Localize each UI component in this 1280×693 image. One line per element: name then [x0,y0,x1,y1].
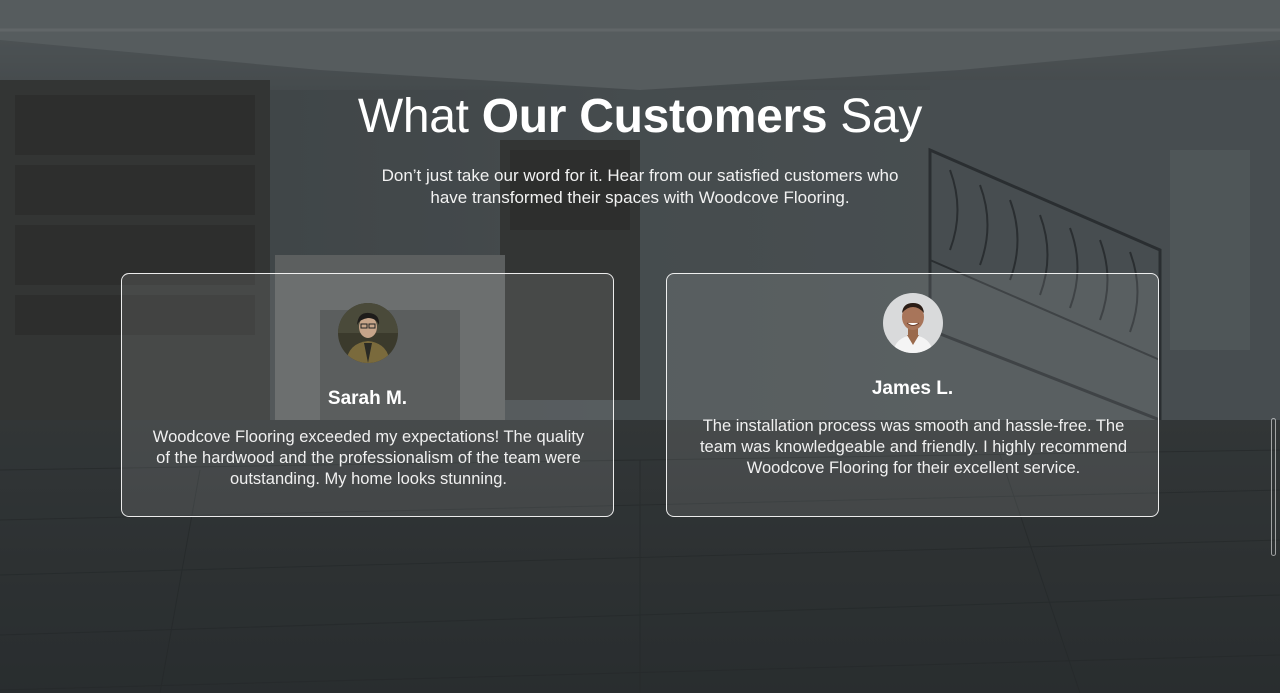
testimonial-quote: Woodcove Flooring exceeded my expectatio… [152,428,585,488]
section-subtitle: Don’t just take our word for it. Hear fr… [381,166,899,207]
testimonial-card: Sarah M. Woodcove Flooring exceeded my e… [121,273,614,517]
avatar [883,293,943,353]
testimonial-quote: The installation process was smooth and … [699,417,1128,477]
testimonial-card: James L. The installation process was sm… [666,273,1159,517]
testimonials-section: What Our Customers Say Don’t just take o… [0,0,1280,693]
scrollbar-thumb[interactable] [1271,418,1276,556]
avatar-photo-icon [883,293,943,353]
testimonial-name: Sarah M. [327,388,408,409]
heading-bold: Our Customers [481,90,828,143]
heading-part2: Say [827,90,923,143]
avatar-photo-icon [338,303,398,363]
heading-part1: What [357,90,482,143]
testimonial-name: James L. [871,378,954,399]
section-heading: What Our Customers Say [0,88,1280,146]
avatar [338,303,398,363]
